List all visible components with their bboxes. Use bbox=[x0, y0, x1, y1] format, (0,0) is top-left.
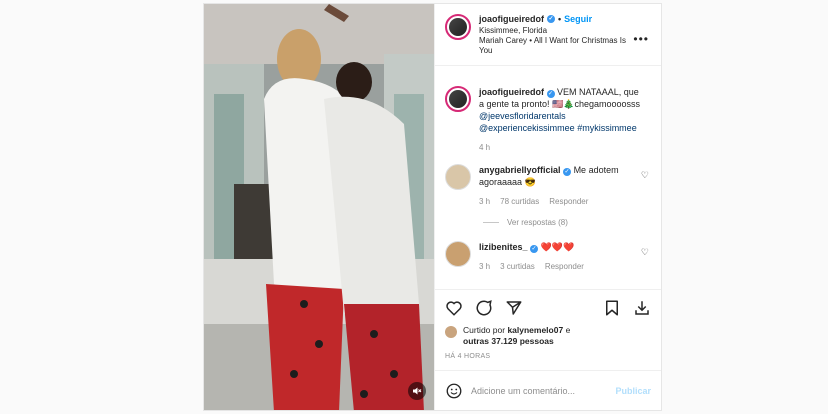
mention-link[interactable]: @experiencekissimmee bbox=[479, 123, 575, 133]
post-audio[interactable]: Mariah Carey • All I Want for Christmas … bbox=[479, 36, 639, 56]
comment-icon[interactable] bbox=[475, 299, 493, 317]
verified-icon: ✓ bbox=[530, 245, 539, 253]
share-icon[interactable] bbox=[505, 299, 523, 317]
liker-avatar[interactable] bbox=[445, 326, 457, 338]
mute-toggle[interactable] bbox=[408, 382, 426, 400]
likes-middle: e bbox=[565, 325, 571, 335]
reply-button[interactable]: Responder bbox=[545, 261, 584, 273]
comment-likes[interactable]: 3 curtidas bbox=[500, 261, 535, 273]
comment-input[interactable]: Adicione um comentário... bbox=[471, 386, 607, 396]
mention-link[interactable]: @jeevesfloridarentals bbox=[479, 111, 566, 121]
like-comment-icon[interactable]: ♡ bbox=[641, 247, 649, 258]
likes-summary: Curtido por kalynemelo07 e outras 37.129… bbox=[435, 325, 661, 347]
view-replies-button[interactable]: Ver respostas (8) bbox=[483, 218, 651, 227]
separator-dot: • bbox=[558, 14, 562, 24]
emoji-icon[interactable] bbox=[445, 382, 463, 400]
post-timestamp[interactable]: HÁ 4 HORAS bbox=[435, 347, 661, 360]
author-username[interactable]: joaofigueiredof bbox=[479, 14, 544, 24]
liker-username[interactable]: kalynemelo07 bbox=[507, 325, 563, 335]
more-icon[interactable]: ••• bbox=[633, 32, 649, 46]
caption: joaofigueiredof ✓ VEM NATAAAL, que a gen… bbox=[445, 86, 651, 154]
comment-text: ❤️❤️❤️ bbox=[540, 242, 575, 252]
comment-time[interactable]: 3 h bbox=[479, 261, 490, 273]
comment-form: Adicione um comentário... Publicar bbox=[435, 370, 661, 410]
reply-button[interactable]: Responder bbox=[549, 196, 588, 208]
bookmark-icon[interactable] bbox=[603, 299, 621, 317]
publish-button[interactable]: Publicar bbox=[615, 386, 651, 396]
verified-icon: ✓ bbox=[563, 168, 572, 176]
caption-time[interactable]: 4 h bbox=[479, 142, 490, 154]
download-icon[interactable] bbox=[633, 299, 651, 317]
caption-avatar[interactable] bbox=[445, 86, 471, 112]
heart-icon[interactable] bbox=[445, 299, 463, 317]
view-replies-label: Ver respostas (8) bbox=[507, 218, 568, 227]
post-actions bbox=[435, 289, 661, 325]
comment-likes[interactable]: 78 curtidas bbox=[500, 196, 539, 208]
commenter-avatar[interactable] bbox=[445, 164, 471, 190]
replies-divider bbox=[483, 222, 499, 223]
likes-prefix: Curtido por bbox=[463, 325, 506, 335]
post-video[interactable] bbox=[204, 4, 434, 410]
comments-list: joaofigueiredof ✓ VEM NATAAAL, que a gen… bbox=[435, 66, 661, 289]
post-modal: joaofigueiredof ✓ • Seguir Kissimmee, Fl… bbox=[203, 3, 662, 411]
comment-item: lizibenites_ ✓ ❤️❤️❤️ 3 h 3 curtidas Res… bbox=[445, 241, 651, 273]
author-avatar[interactable] bbox=[445, 14, 471, 40]
follow-button[interactable]: Seguir bbox=[564, 14, 592, 24]
video-frame bbox=[204, 4, 434, 410]
verified-icon: ✓ bbox=[546, 90, 555, 98]
speaker-muted-icon bbox=[413, 387, 422, 395]
caption-username[interactable]: joaofigueiredof bbox=[479, 87, 544, 97]
likes-count[interactable]: outras 37.129 pessoas bbox=[463, 336, 554, 346]
like-comment-icon[interactable]: ♡ bbox=[641, 170, 649, 181]
commenter-avatar[interactable] bbox=[445, 241, 471, 267]
post-location[interactable]: Kissimmee, Florida bbox=[479, 26, 639, 36]
verified-icon: ✓ bbox=[547, 15, 555, 23]
post-header: joaofigueiredof ✓ • Seguir Kissimmee, Fl… bbox=[435, 4, 661, 66]
comment-username[interactable]: anygabriellyofficial bbox=[479, 165, 561, 175]
post-side-panel: joaofigueiredof ✓ • Seguir Kissimmee, Fl… bbox=[434, 4, 661, 410]
comment-item: anygabriellyofficial ✓ Me adotem agoraaa… bbox=[445, 164, 651, 208]
comment-username[interactable]: lizibenites_ bbox=[479, 242, 528, 252]
comment-time[interactable]: 3 h bbox=[479, 196, 490, 208]
hashtag-link[interactable]: #mykissimmee bbox=[577, 123, 637, 133]
